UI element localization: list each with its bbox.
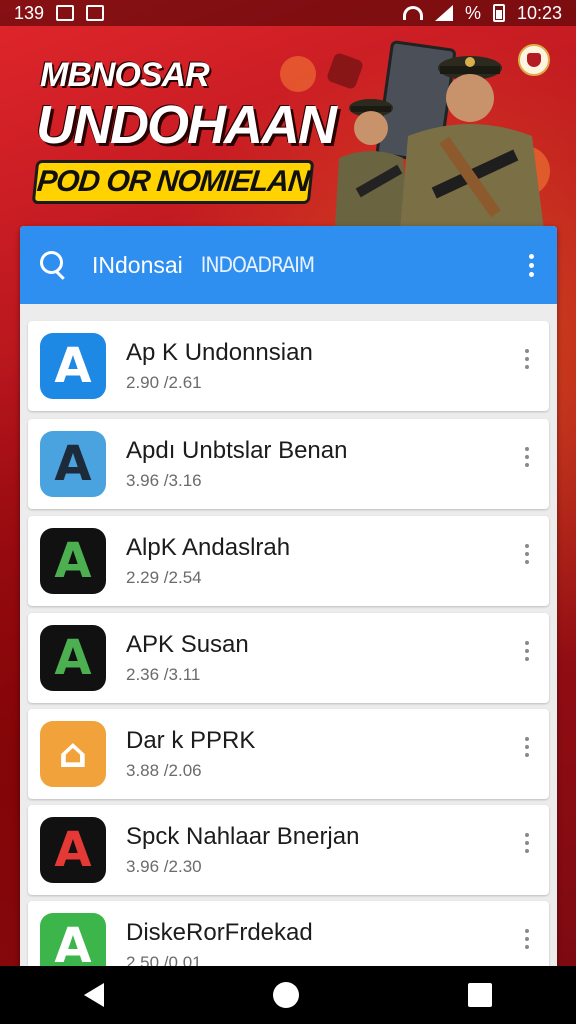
status-time-left: 139 bbox=[14, 2, 45, 23]
app-name: Apdı Unbtslar Benan bbox=[126, 437, 348, 464]
a-letter-icon: A bbox=[40, 528, 106, 594]
list-item[interactable]: A Spck Nahlaar Bnerjan 3.96 /2.30 bbox=[28, 805, 549, 895]
brand-emblem-icon bbox=[518, 44, 550, 76]
search-bar[interactable]: INdonsai INDOADRAIM bbox=[20, 226, 557, 304]
house-icon: ⌂ bbox=[40, 721, 106, 787]
app-name: Spck Nahlaar Bnerjan bbox=[126, 823, 360, 850]
item-menu-icon[interactable] bbox=[525, 544, 529, 564]
app-meta: 2.36 /3.11 bbox=[126, 665, 201, 684]
app-meta: 2.90 /2.61 bbox=[126, 373, 202, 392]
image-notification-icon bbox=[56, 5, 75, 21]
banner-title-line2: UNDOHAAN bbox=[36, 95, 337, 155]
wifi-icon bbox=[402, 6, 423, 20]
app-name: DiskeRorFrdekad bbox=[126, 919, 313, 946]
dice-decoration bbox=[325, 51, 365, 91]
item-menu-icon[interactable] bbox=[525, 737, 529, 757]
navigation-bar bbox=[0, 966, 576, 1024]
list-item[interactable]: A Apdı Unbtslar Benan 3.96 /3.16 bbox=[28, 419, 549, 509]
app-meta: 3.96 /2.30 bbox=[126, 857, 202, 876]
promo-banner[interactable]: MBNOSAR UNDOHAAN POD OR NOMIELAN bbox=[0, 26, 576, 226]
status-bar: 139 % 10:23 bbox=[0, 0, 576, 26]
item-menu-icon[interactable] bbox=[525, 641, 529, 661]
item-menu-icon[interactable] bbox=[525, 929, 529, 949]
app-meta: 3.96 /3.16 bbox=[126, 471, 202, 490]
list-item[interactable]: ⌂ Dar k PPRK 3.88 /2.06 bbox=[28, 709, 549, 799]
a-letter-icon: A bbox=[40, 625, 106, 691]
a-letter-icon: A bbox=[40, 817, 106, 883]
dark-a-letter-icon: A bbox=[40, 431, 106, 497]
app-notification-icon bbox=[86, 5, 105, 21]
battery-icon bbox=[492, 4, 505, 22]
app-name: AlpK Andaslrah bbox=[126, 534, 291, 561]
status-time: 10:23 bbox=[516, 2, 562, 23]
list-item[interactable]: A APK Susan 2.36 /3.11 bbox=[28, 613, 549, 703]
search-query[interactable]: INdonsai bbox=[92, 252, 183, 279]
app-name: APK Susan bbox=[126, 631, 249, 658]
app-name: Dar k PPRK bbox=[126, 727, 256, 754]
app-meta: 3.88 /2.06 bbox=[126, 761, 202, 780]
coin-decoration bbox=[280, 56, 316, 92]
banner-title-line1: MBNOSAR bbox=[40, 56, 210, 94]
search-hint[interactable]: INDOADRAIM bbox=[201, 253, 525, 277]
battery-percent: % bbox=[464, 2, 481, 23]
item-menu-icon[interactable] bbox=[525, 833, 529, 853]
banner-tagline: POD OR NOMIELAN bbox=[31, 160, 315, 204]
list-item[interactable]: A AlpK Andaslrah 2.29 /2.54 bbox=[28, 516, 549, 606]
overflow-menu-icon[interactable] bbox=[525, 253, 537, 277]
recent-apps-icon[interactable] bbox=[467, 983, 492, 1007]
item-menu-icon[interactable] bbox=[525, 349, 529, 369]
home-icon[interactable] bbox=[272, 982, 299, 1008]
app-name: Ap K Undonnsian bbox=[126, 339, 313, 366]
list-item[interactable]: A DiskeRorFrdekad 2.50 /0.01 bbox=[28, 901, 549, 976]
back-icon[interactable] bbox=[84, 983, 105, 1007]
item-menu-icon[interactable] bbox=[525, 447, 529, 467]
signal-icon bbox=[434, 5, 453, 21]
app-list-panel: INdonsai INDOADRAIM A Ap K Undonnsian 2.… bbox=[20, 226, 557, 976]
list-item[interactable]: A Ap K Undonnsian 2.90 /2.61 bbox=[28, 321, 549, 411]
a-letter-icon: A bbox=[40, 333, 106, 399]
search-icon[interactable] bbox=[40, 251, 68, 279]
app-meta: 2.29 /2.54 bbox=[126, 568, 202, 587]
